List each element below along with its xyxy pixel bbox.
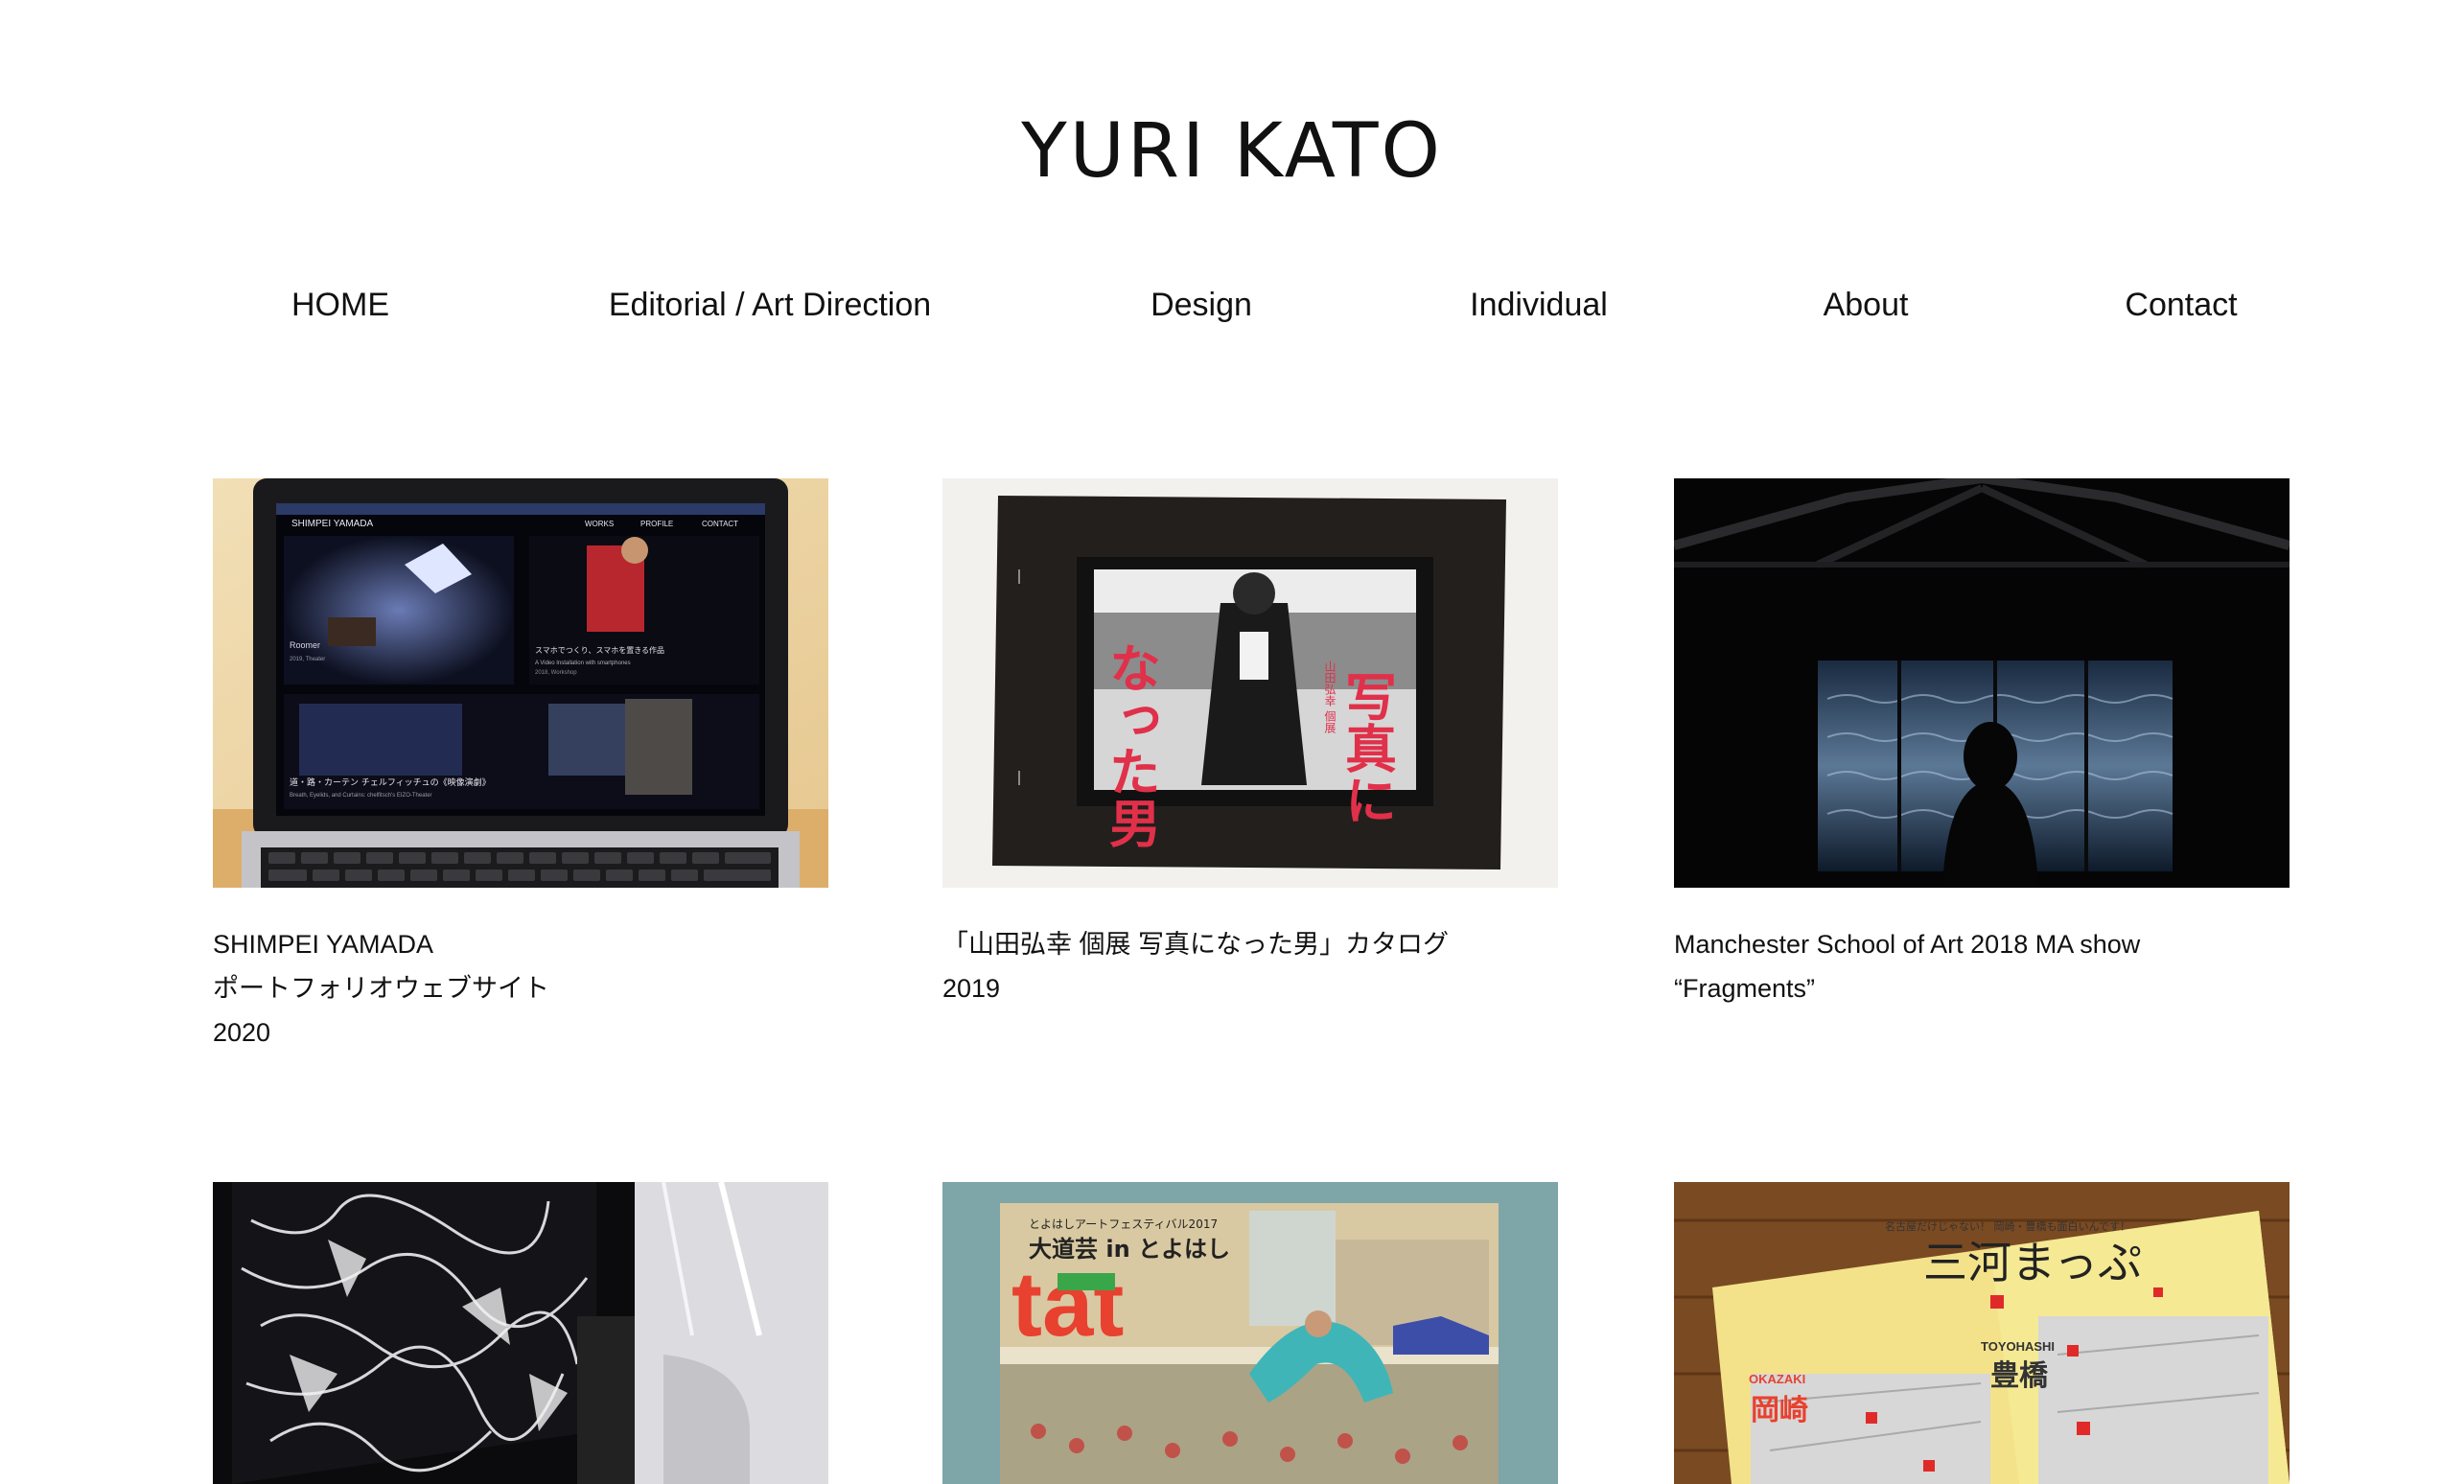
work-thumbnail-shimpei-yamada[interactable]: SHIMPEI YAMADA WORKS PROFILE CONTACT Roo…: [213, 478, 828, 888]
work-thumbnail-catalog[interactable]: 写真に なった男 山田弘幸 個展: [942, 478, 1558, 888]
map-title: 三河まっぷ: [1923, 1237, 2142, 1288]
screen-card-smartphone-meta: 2018, Workshop: [535, 670, 577, 676]
exhibition-photo: [1674, 478, 2290, 888]
nav-home[interactable]: HOME: [291, 278, 389, 332]
screen-card-roomer-sub: 2019, Theater: [290, 657, 325, 662]
map-label-toyohashi: TOYOHASHI: [1981, 1339, 2055, 1354]
map-kanji-toyohashi: 豊橋: [1990, 1359, 2049, 1393]
screen-menu-works: WORKS: [585, 520, 614, 528]
work-thumbnail-art-festival[interactable]: とよはしアートフェスティバル2017 大道芸 in とよはし tat: [942, 1182, 1558, 1484]
screen-site-name: SHIMPEI YAMADA: [291, 519, 374, 529]
work-title[interactable]: 「山田弘幸 個展 写真になった男」カタログ: [942, 922, 1575, 966]
work-thumbnail-manchester[interactable]: [1674, 478, 2290, 888]
nav-editorial-art-direction[interactable]: Editorial / Art Direction: [609, 278, 931, 332]
screen-card-smartphone: スマホでつくり、スマホを置きる作品: [535, 645, 664, 655]
nav-design[interactable]: Design: [1151, 278, 1252, 332]
work-subtitle: “Fragments”: [1674, 974, 1816, 1003]
map-label-okazaki: OKAZAKI: [1749, 1372, 1805, 1386]
page: YURI KATO HOME Editorial / Art Direction…: [0, 0, 2464, 1484]
screen-card-eizo: 道・路・カーテン チェルフィッチュの《映像演劇》: [290, 777, 491, 788]
nav-about[interactable]: About: [1824, 278, 1909, 332]
festival-poster-photo: とよはしアートフェスティバル2017 大道芸 in とよはし tat: [942, 1182, 1558, 1484]
work-title[interactable]: SHIMPEI YAMADA: [213, 922, 846, 966]
screen-card-smartphone-sub: A Video Installation with smartphones: [535, 661, 631, 666]
main-nav: HOME Editorial / Art Direction Design In…: [0, 278, 2464, 336]
screen-card-roomer: Roomer: [290, 640, 320, 650]
screen-menu-contact: CONTACT: [702, 520, 738, 528]
site-title[interactable]: YURI KATO: [0, 107, 2464, 196]
poster-festival-small: とよはしアートフェスティバル2017: [1029, 1217, 1218, 1231]
nav-contact[interactable]: Contact: [2125, 278, 2237, 332]
work-thumbnail-mikawa-map[interactable]: 三河まっぷ 名古屋だけじゃない！ 岡崎・豊橋も面白いんです！ OKAZAKI 岡…: [1674, 1182, 2290, 1484]
work-year: 2020: [213, 1018, 271, 1047]
nav-individual[interactable]: Individual: [1470, 278, 1608, 332]
catalog-photo: 写真に なった男 山田弘幸 個展: [942, 478, 1558, 888]
work-caption-catalog: 「山田弘幸 個展 写真になった男」カタログ 2019: [942, 922, 1575, 1010]
map-kanji-okazaki: 岡崎: [1751, 1394, 1808, 1427]
work-caption-shimpei-yamada: SHIMPEI YAMADA ポートフォリオウェブサイト 2020: [213, 922, 846, 1055]
laptop-photo: SHIMPEI YAMADA WORKS PROFILE CONTACT Roo…: [213, 478, 828, 888]
installation-photo: [213, 1182, 828, 1484]
work-thumbnail-installation[interactable]: [213, 1182, 828, 1484]
poster-text-left: なった男: [1101, 641, 1161, 848]
poster-tat-logo: tat: [1011, 1253, 1124, 1356]
work-caption-manchester: Manchester School of Art 2018 MA show “F…: [1674, 922, 2307, 1010]
screen-menu-profile: PROFILE: [640, 520, 673, 528]
work-year: 2019: [942, 974, 1001, 1003]
poster-text-small: 山田弘幸 個展: [1323, 661, 1337, 733]
map-headline: 名古屋だけじゃない！ 岡崎・豊橋も面白いんです！: [1885, 1219, 2130, 1233]
work-subtitle: ポートフォリオウェブサイト: [213, 974, 549, 1003]
screen-card-eizo-sub: Breath, Eyelids, and Curtains: chelfitsc…: [290, 793, 432, 799]
work-title[interactable]: Manchester School of Art 2018 MA show: [1674, 922, 2307, 966]
map-brochure-photo: 三河まっぷ 名古屋だけじゃない！ 岡崎・豊橋も面白いんです！ OKAZAKI 岡…: [1674, 1182, 2290, 1484]
poster-text-right: 写真に: [1337, 670, 1397, 825]
